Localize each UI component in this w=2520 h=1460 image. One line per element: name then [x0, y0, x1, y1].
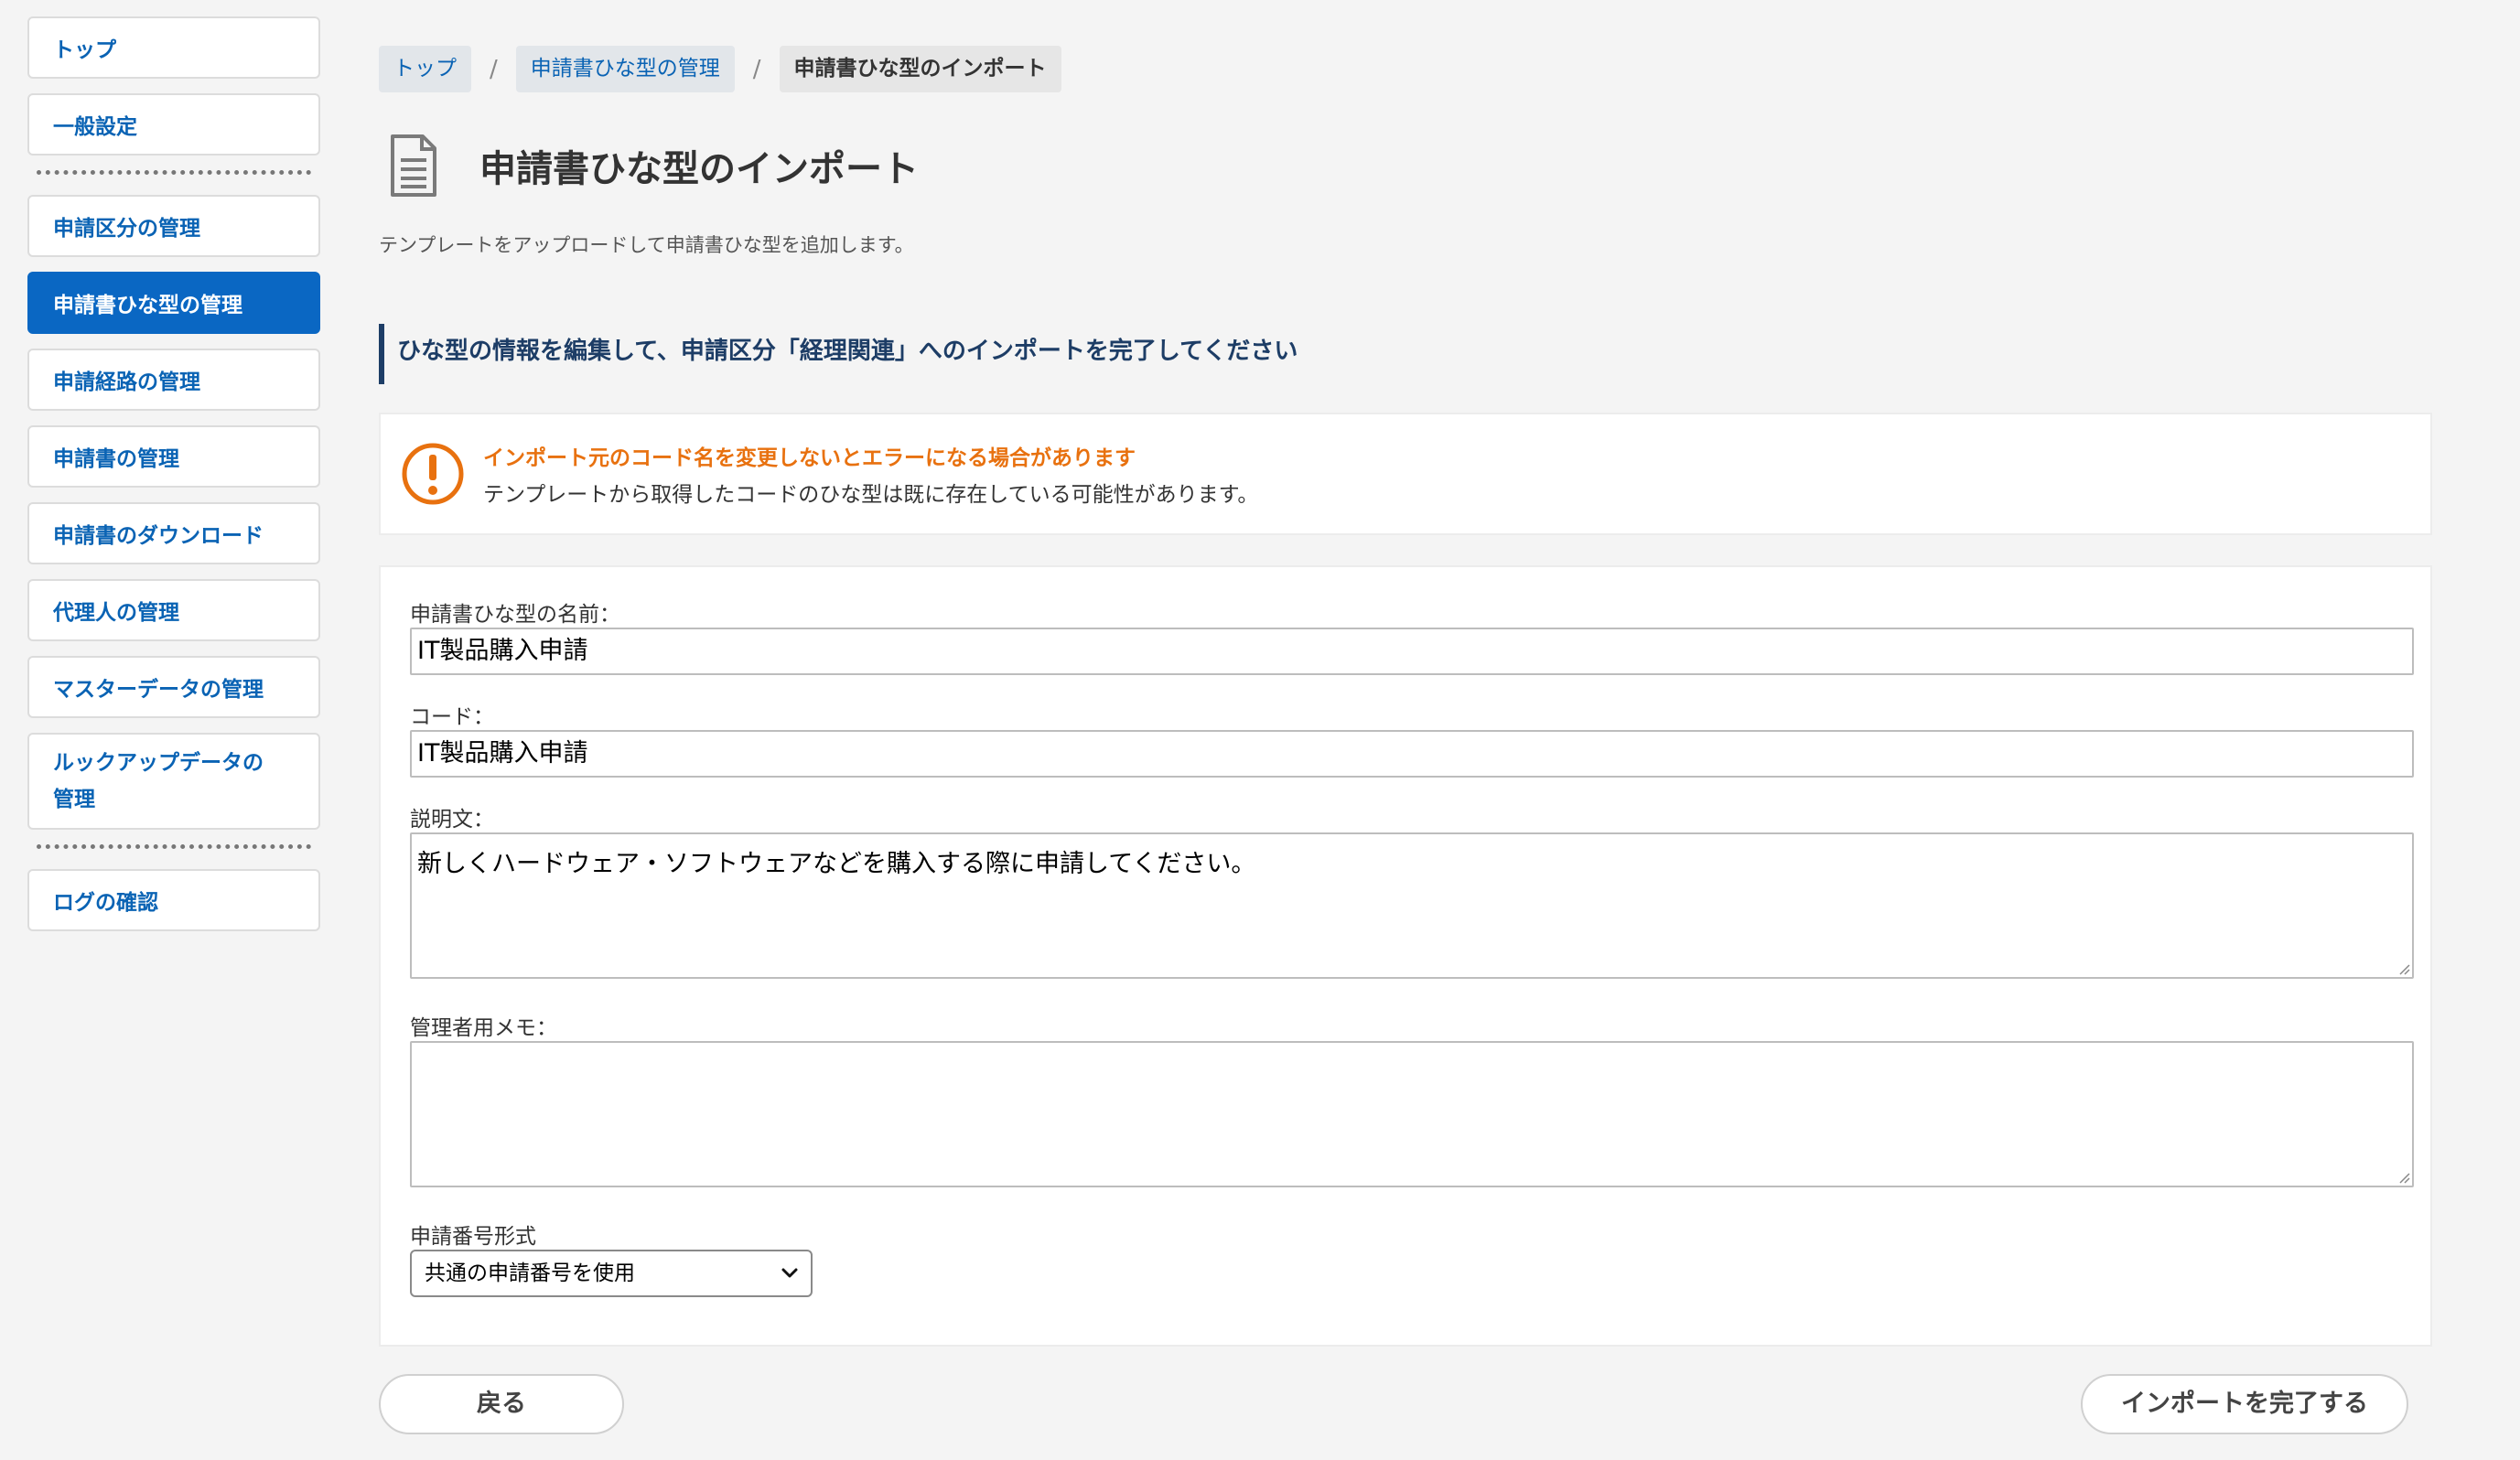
document-icon	[391, 134, 436, 197]
number-format-selected: 共通の申請番号を使用	[425, 1261, 635, 1285]
sidebar-item-label: 代理人の管理	[53, 601, 179, 625]
sidebar-item-label: 申請書の管理	[53, 447, 179, 471]
sidebar-item-label: トップ	[53, 38, 116, 62]
sidebar-item-label: ログの確認	[53, 891, 158, 915]
warning-title: インポート元のコード名を変更しないとエラーになる場合があります	[483, 446, 1136, 470]
sidebar-item-label: マスターデータの管理	[53, 678, 264, 702]
number-format-select[interactable]: 共通の申請番号を使用	[410, 1250, 813, 1297]
sidebar-item-label: ルックアップデータの管理	[53, 751, 264, 811]
sidebar-item-master-data[interactable]: マスターデータの管理	[27, 656, 320, 718]
sidebar-item-general-settings[interactable]: 一般設定	[27, 93, 320, 156]
warning-text: テンプレートから取得したコードのひな型は既に存在している可能性があります。	[483, 483, 1259, 507]
sidebar-item-logs[interactable]: ログの確認	[27, 869, 320, 931]
sidebar-item-templates[interactable]: 申請書ひな型の管理	[27, 272, 320, 334]
code-input[interactable]: IT製品購入申請	[410, 730, 2414, 778]
import-form: 申請書ひな型の名前： IT製品購入申請 コード： IT製品購入申請 説明文： 新…	[379, 565, 2432, 1347]
breadcrumb-item-templates[interactable]: 申請書ひな型の管理	[515, 46, 735, 92]
sidebar-item-label: 申請区分の管理	[53, 217, 200, 241]
exclamation-circle-icon	[402, 443, 464, 505]
sidebar-item-categories[interactable]: 申請区分の管理	[27, 195, 320, 257]
code-label: コード：	[410, 705, 494, 729]
back-button[interactable]: 戻る	[379, 1374, 624, 1434]
admin-memo-label: 管理者用メモ：	[410, 1016, 557, 1040]
sidebar-divider	[37, 170, 311, 175]
resize-grip-icon[interactable]	[2397, 1171, 2410, 1184]
page-header: 申請書ひな型のインポート	[390, 134, 919, 198]
description-label: 説明文：	[410, 808, 494, 832]
sidebar-divider	[37, 844, 311, 849]
number-format-label: 申請番号形式	[410, 1225, 536, 1249]
sidebar-item-lookup-data[interactable]: ルックアップデータの管理	[27, 733, 320, 830]
sidebar-item-applications[interactable]: 申請書の管理	[27, 425, 320, 488]
sidebar: トップ 一般設定 申請区分の管理 申請書ひな型の管理 申請経路の管理 申請書の管…	[27, 16, 320, 946]
section-heading: ひな型の情報を編集して、申請区分「経理関連」へのインポートを完了してください	[379, 324, 1298, 384]
complete-import-button[interactable]: インポートを完了する	[2081, 1374, 2408, 1434]
sidebar-item-label: 申請書ひな型の管理	[53, 294, 242, 317]
warning-content: インポート元のコード名を変更しないとエラーになる場合があります テンプレートから…	[483, 440, 1258, 508]
sidebar-item-download[interactable]: 申請書のダウンロード	[27, 502, 320, 564]
page-title: 申請書ひな型のインポート	[479, 148, 919, 190]
sidebar-item-routes[interactable]: 申請経路の管理	[27, 349, 320, 411]
breadcrumb-item-current: 申請書ひな型のインポート	[779, 46, 1061, 92]
warning-box: インポート元のコード名を変更しないとエラーになる場合があります テンプレートから…	[379, 413, 2432, 535]
description-text: 新しくハードウェア・ソフトウェアなどを購入する際に申請してください。	[417, 850, 1256, 878]
page-description: テンプレートをアップロードして申請書ひな型を追加します。	[379, 234, 914, 256]
sidebar-item-label: 申請経路の管理	[53, 370, 200, 394]
template-name-label: 申請書ひな型の名前：	[410, 603, 620, 627]
sidebar-item-label: 一般設定	[53, 115, 137, 139]
breadcrumb-separator: /	[752, 55, 761, 83]
breadcrumb: トップ / 申請書ひな型の管理 / 申請書ひな型のインポート	[379, 46, 1061, 92]
breadcrumb-separator: /	[490, 55, 498, 83]
sidebar-item-top[interactable]: トップ	[27, 16, 320, 79]
resize-grip-icon[interactable]	[2397, 962, 2410, 975]
sidebar-item-label: 申請書のダウンロード	[53, 524, 264, 548]
sidebar-item-proxies[interactable]: 代理人の管理	[27, 579, 320, 641]
chevron-down-icon	[781, 1268, 798, 1278]
description-textarea[interactable]: 新しくハードウェア・ソフトウェアなどを購入する際に申請してください。	[410, 832, 2414, 979]
template-name-input[interactable]: IT製品購入申請	[410, 628, 2414, 675]
admin-memo-textarea[interactable]	[410, 1041, 2414, 1187]
breadcrumb-item-top[interactable]: トップ	[379, 46, 471, 92]
